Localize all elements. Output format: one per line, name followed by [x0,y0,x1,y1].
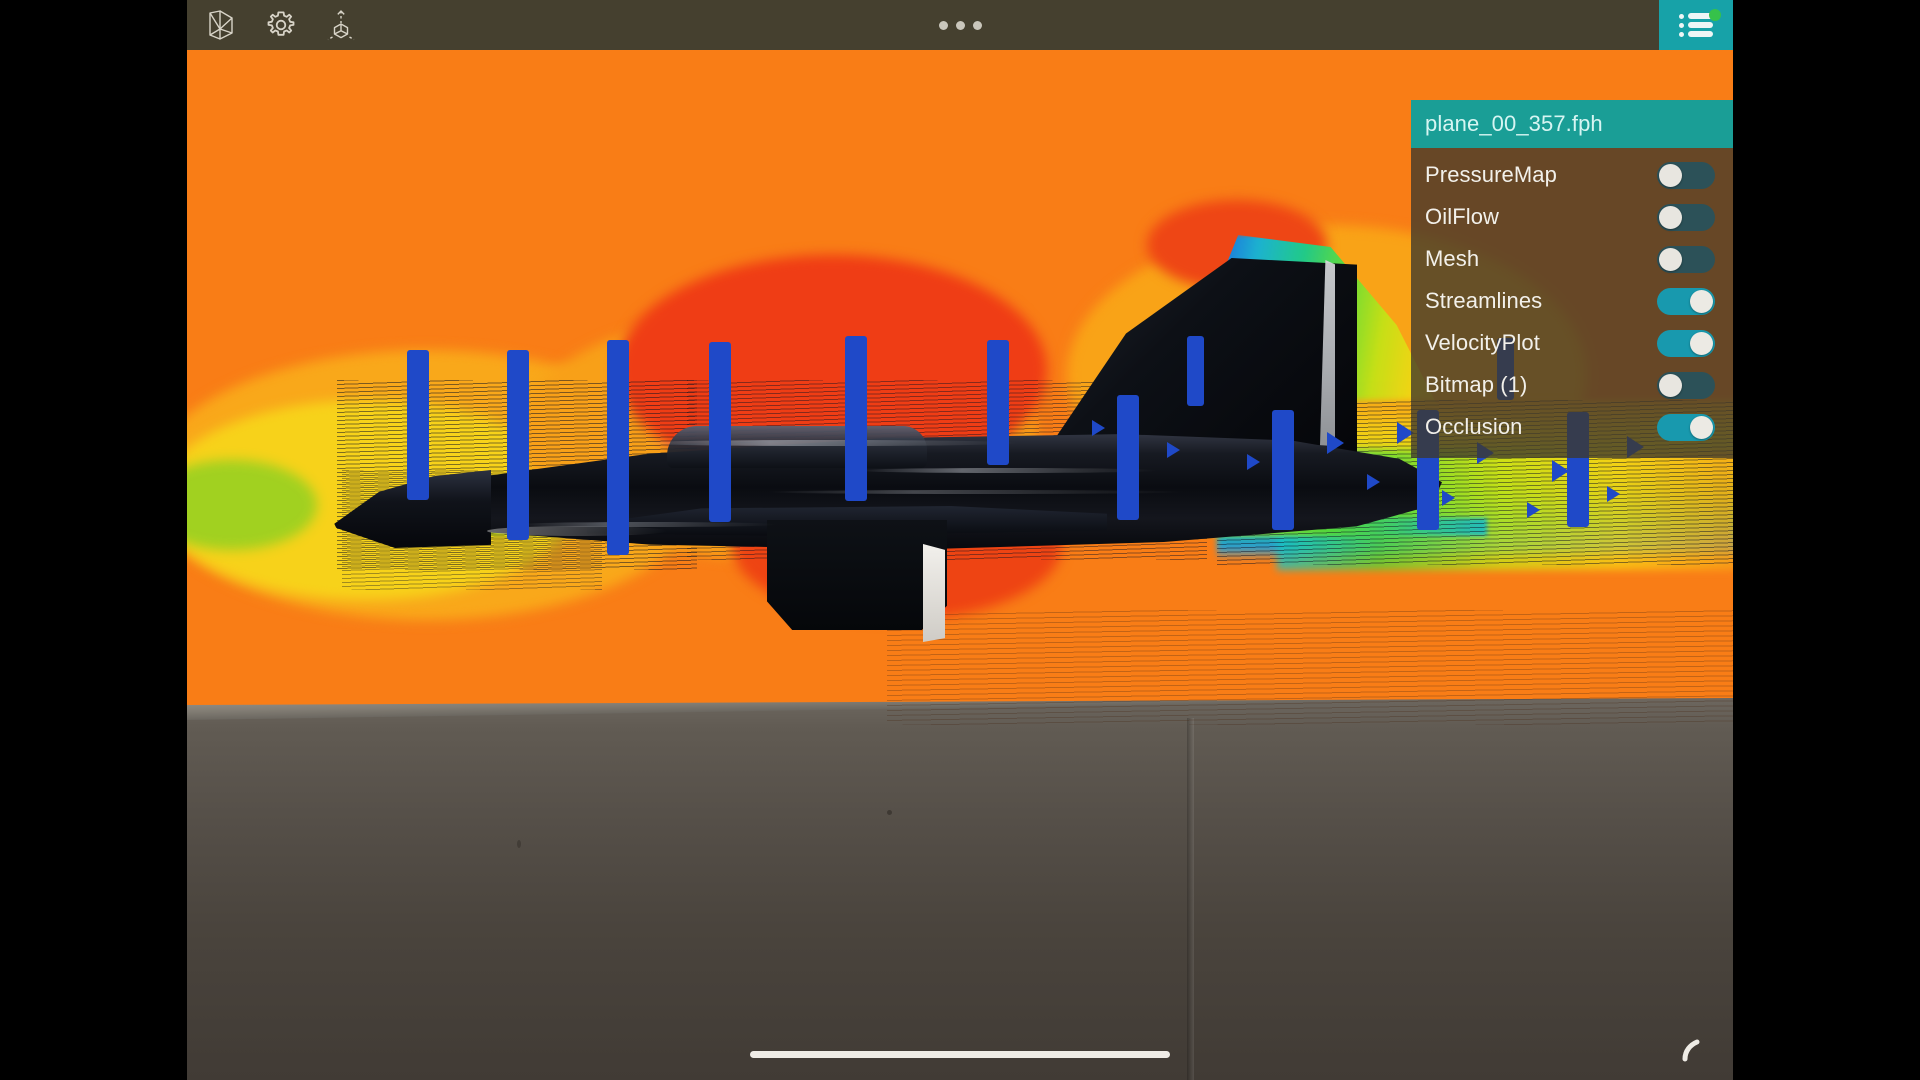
velocity-arrow-head [1092,420,1105,436]
layer-toggle-velocityplot[interactable] [1657,329,1715,357]
layers-panel-header: plane_00_357.fph [1411,100,1733,148]
notification-badge-icon [1709,9,1721,21]
toggle-knob [1659,205,1682,229]
layer-row-oilflow[interactable]: OilFlow [1411,196,1733,238]
layer-label: Streamlines [1425,288,1543,313]
layer-toggle-mesh[interactable] [1657,245,1715,273]
screen-root: plane_00_357.fph PressureMap OilFlow Mes… [0,0,1920,1080]
layer-label: OilFlow [1425,204,1500,229]
velocity-arrow [1117,395,1139,520]
resize-handle-icon[interactable] [1681,1038,1707,1064]
velocity-arrow-head [1367,474,1380,490]
desk-speck [887,810,892,815]
layer-row-bitmap[interactable]: Bitmap (1) [1411,364,1733,406]
velocity-arrow-head [1607,486,1620,502]
axis-cube-icon [324,8,358,42]
specular-highlight [637,440,1017,446]
file-name-label: plane_00_357.fph [1425,111,1603,136]
layer-row-occlusion[interactable]: Occlusion [1411,406,1733,448]
velocity-arrow [607,340,629,555]
dot-icon [938,20,948,30]
toolbar-center [187,0,1733,50]
layer-toggle-occlusion[interactable] [1657,413,1715,441]
layer-row-pressuremap[interactable]: PressureMap [1411,154,1733,196]
toggle-knob [1690,331,1713,355]
dot-icon [955,20,965,30]
home-indicator[interactable] [750,1051,1170,1058]
toggle-knob [1659,373,1682,397]
app-window: plane_00_357.fph PressureMap OilFlow Mes… [187,0,1733,1080]
toggle-knob [1659,163,1682,187]
layers-icon-row [1679,31,1713,37]
layer-label: Occlusion [1425,414,1523,439]
ar-camera-viewport[interactable]: plane_00_357.fph PressureMap OilFlow Mes… [187,50,1733,1080]
settings-button[interactable] [251,0,311,50]
layer-row-streamlines[interactable]: Streamlines [1411,280,1733,322]
layer-toggle-bitmap[interactable] [1657,371,1715,399]
layers-icon-row [1679,13,1713,19]
layer-row-velocityplot[interactable]: VelocityPlot [1411,322,1733,364]
velocity-arrow [987,340,1009,465]
toggle-knob [1659,247,1682,271]
velocity-arrow [1272,410,1294,530]
place-object-button[interactable] [311,0,371,50]
layers-list: PressureMap OilFlow Mesh Streamlines Vel… [1411,148,1733,458]
wireframe-model-button[interactable] [191,0,251,50]
layer-label: Mesh [1425,246,1480,271]
velocity-arrow [1187,336,1204,406]
velocity-arrow [407,350,429,500]
layer-label: PressureMap [1425,162,1557,187]
velocity-arrow-head [1552,460,1569,482]
dot-icon [972,20,982,30]
gear-icon [266,10,296,40]
cockpit-canopy [667,426,927,468]
ventral-foil [923,544,945,642]
velocity-arrow [507,350,529,540]
layer-toggle-oilflow[interactable] [1657,203,1715,231]
velocity-arrow-head [1527,502,1540,518]
layer-label: VelocityPlot [1425,330,1540,355]
layer-row-mesh[interactable]: Mesh [1411,238,1733,280]
layers-toggle-button[interactable] [1659,0,1733,50]
wireframe-model-icon [206,9,236,41]
toggle-knob [1690,289,1713,313]
layer-toggle-streamlines[interactable] [1657,287,1715,315]
layers-icon-row [1679,22,1713,28]
specular-highlight [857,468,1157,473]
layer-label: Bitmap (1) [1425,372,1528,397]
overflow-menu-button[interactable] [938,20,982,30]
ventral-fin [767,520,947,630]
velocity-arrow-head [1247,454,1260,470]
layers-list-icon [1679,13,1713,37]
desk-speck [517,840,521,848]
toggle-knob [1690,415,1713,439]
layer-toggle-pressuremap[interactable] [1657,161,1715,189]
velocity-arrow [709,342,731,522]
velocity-arrow [845,336,867,501]
velocity-arrow-head [1327,432,1344,454]
velocity-arrow-head [1167,442,1180,458]
velocity-arrow-head [1442,490,1455,506]
top-toolbar [187,0,1733,50]
layers-panel: plane_00_357.fph PressureMap OilFlow Mes… [1411,100,1733,458]
